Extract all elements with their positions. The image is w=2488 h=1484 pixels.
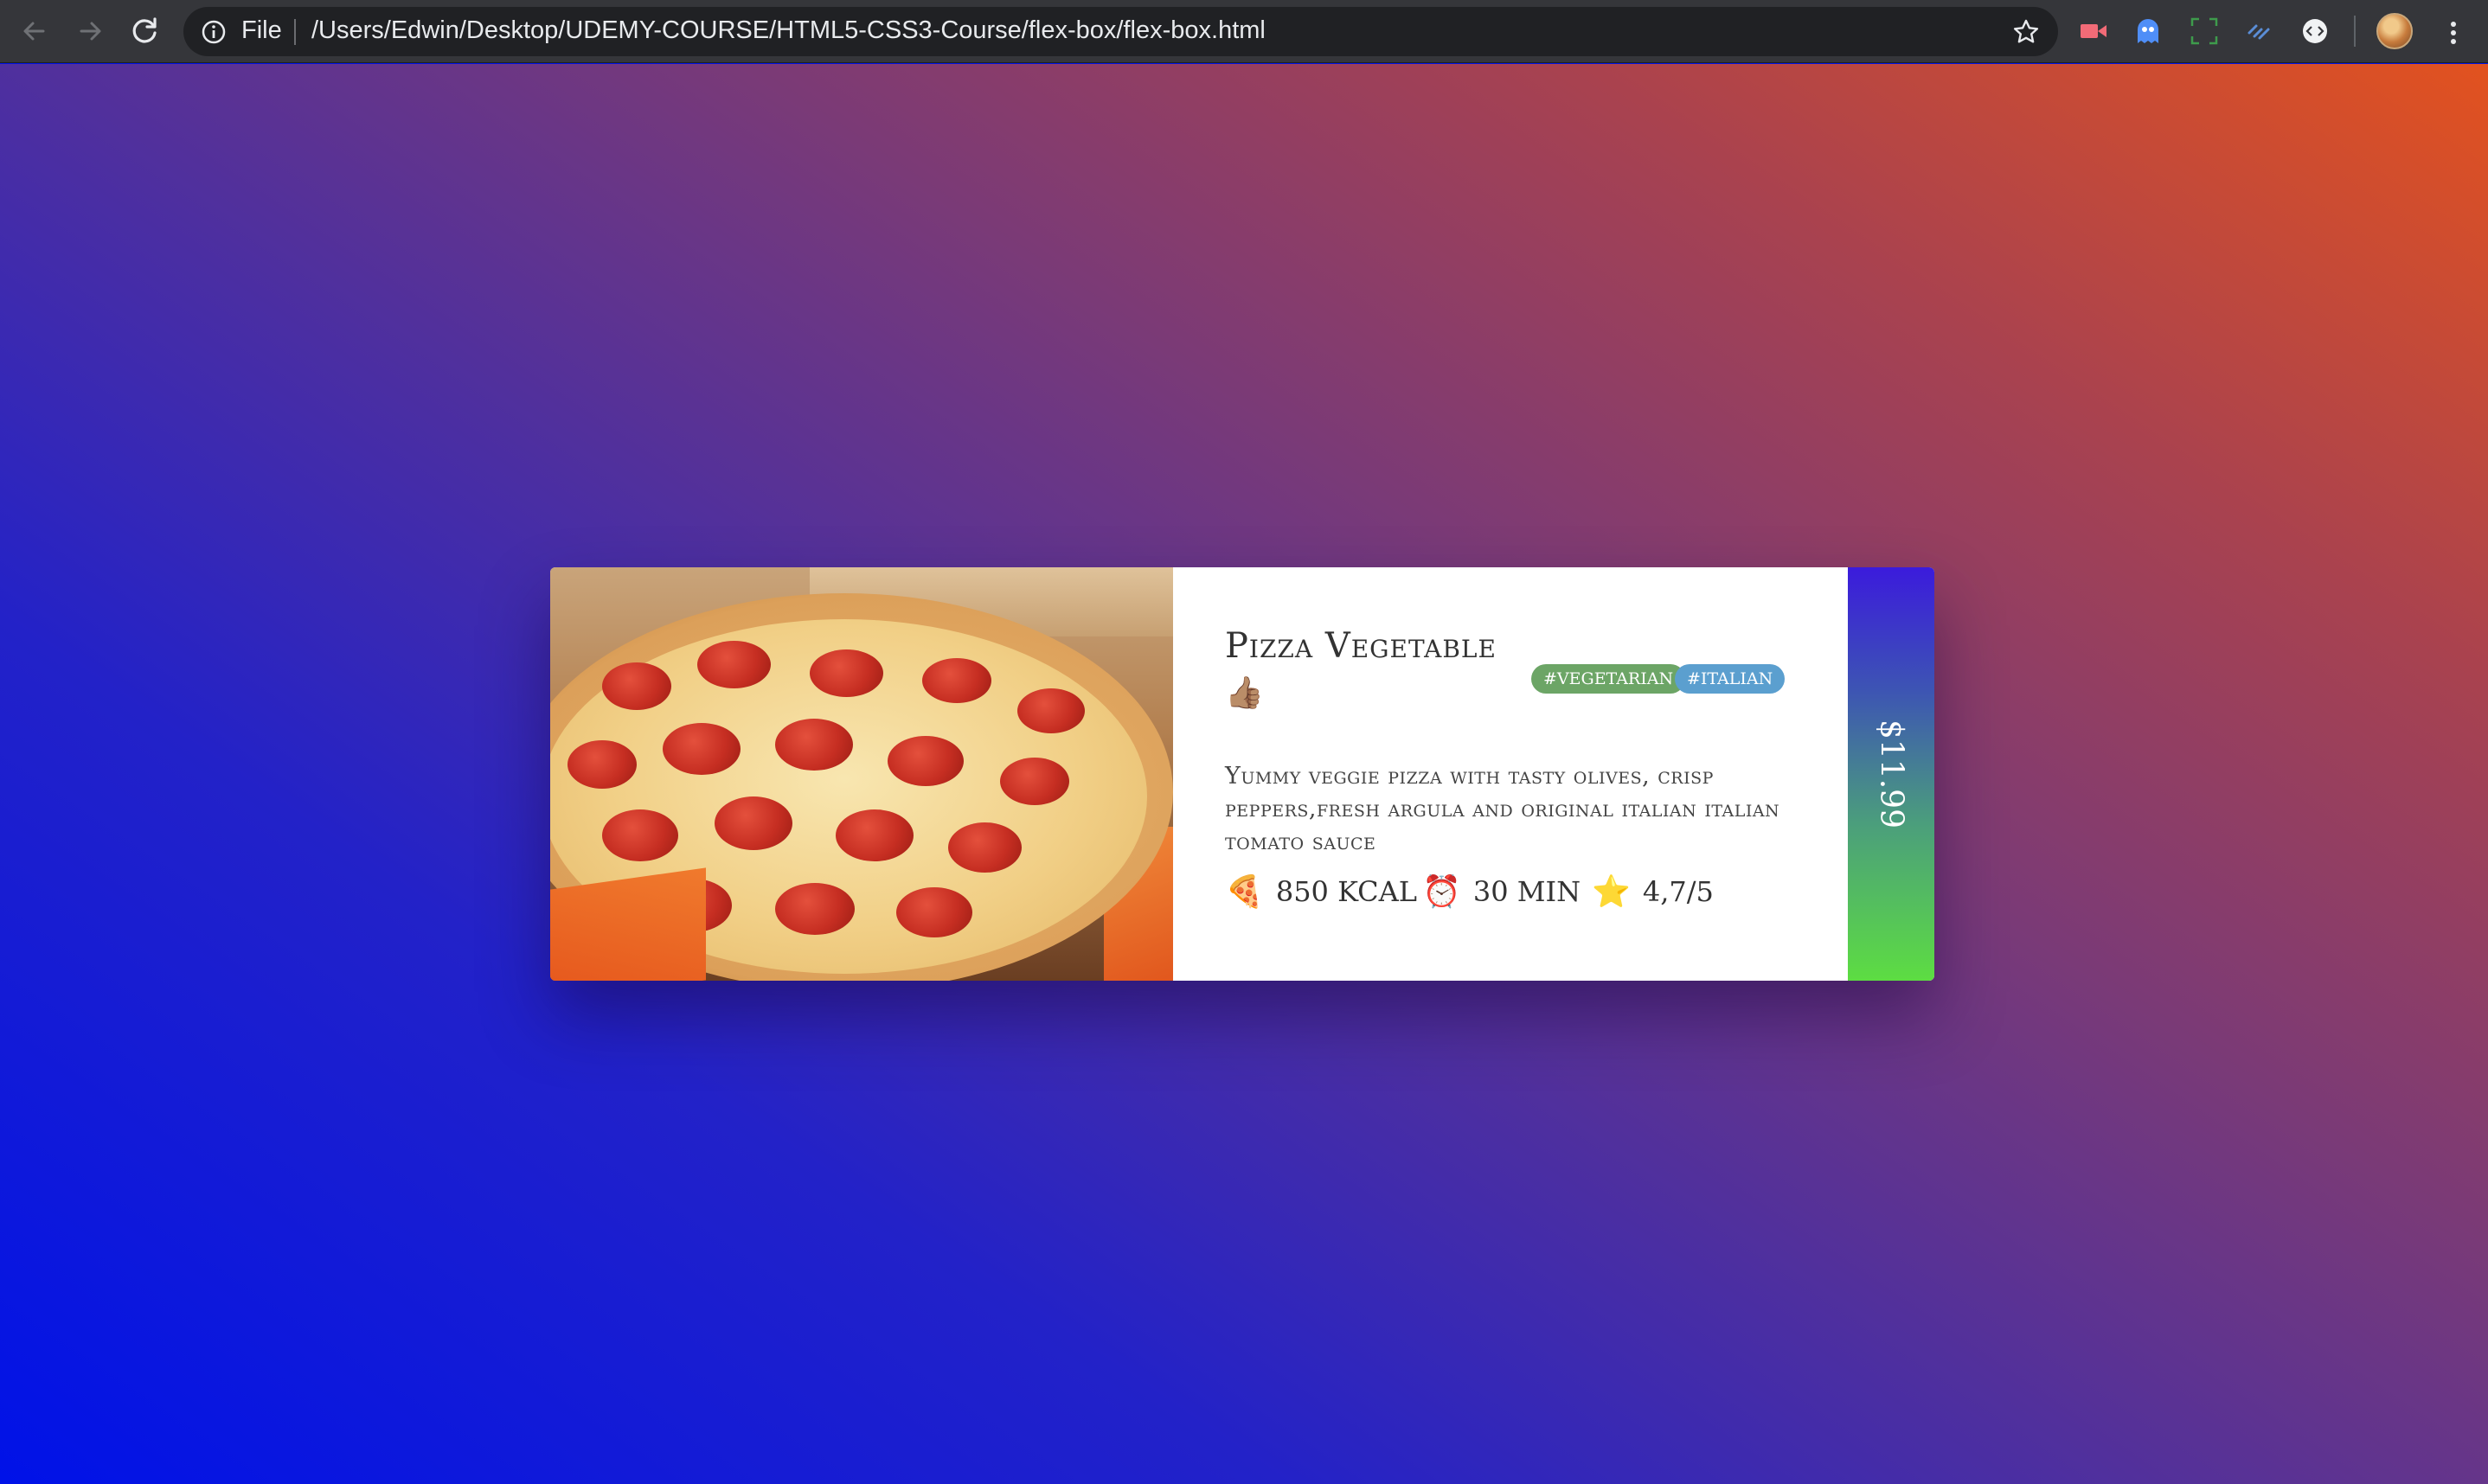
time-text: 30 MIN (1472, 875, 1581, 908)
recipe-card: Pizza Vegetable 👍🏽 #VEGETARIAN #ITALIAN … (550, 567, 1934, 981)
recipe-description: Yummy veggie pizza with tasty olives, cr… (1225, 763, 1780, 855)
rating-text: 4,7/5 (1642, 875, 1714, 908)
thumbs-up-icon: 👍🏽 (1225, 675, 1264, 711)
pizza-photo (550, 567, 1173, 981)
back-arrow-icon[interactable] (16, 12, 54, 50)
recipe-title: Pizza Vegetable (1225, 626, 1497, 666)
browser-toolbar: File /Users/Edwin/Desktop/UDEMY-COURSE/H… (0, 0, 2488, 63)
kebab-menu-icon[interactable] (2436, 16, 2471, 50)
link-extension-icon[interactable] (2242, 14, 2277, 48)
screenshot-extension-icon[interactable] (2187, 14, 2222, 48)
star-icon[interactable] (2011, 17, 2041, 47)
page-background: Pizza Vegetable 👍🏽 #VEGETARIAN #ITALIAN … (0, 64, 2488, 1484)
profile-avatar[interactable] (2376, 13, 2413, 49)
address-bar[interactable]: File /Users/Edwin/Desktop/UDEMY-COURSE/H… (183, 7, 2058, 56)
ghost-extension-icon[interactable] (2131, 14, 2165, 48)
scheme-label: File (241, 16, 282, 44)
card-content: Pizza Vegetable 👍🏽 #VEGETARIAN #ITALIAN … (1173, 567, 1848, 981)
tag-vegetarian[interactable]: #VEGETARIAN (1531, 664, 1686, 694)
url-text[interactable]: /Users/Edwin/Desktop/UDEMY-COURSE/HTML5-… (311, 16, 1266, 45)
calories-text: 850 KCAL (1275, 875, 1417, 908)
tag-italian[interactable]: #ITALIAN (1675, 664, 1786, 694)
forward-arrow-icon[interactable] (71, 12, 109, 50)
omnibox-divider (294, 19, 296, 45)
title-row: Pizza Vegetable 👍🏽 #VEGETARIAN #ITALIAN (1225, 626, 1848, 721)
star-rating-icon: ⭐ (1592, 874, 1631, 910)
stat-rating: ⭐ 4,7/5 (1592, 870, 1714, 913)
recipe-stats: 🍕 850 KCAL ⏰ 30 MIN ⭐ 4,7/5 (1225, 870, 1848, 913)
stat-time: ⏰ 30 MIN (1422, 870, 1581, 913)
stat-calories: 🍕 850 KCAL (1225, 870, 1417, 913)
reload-icon[interactable] (126, 12, 164, 50)
screen-recorder-extension-icon[interactable] (2076, 14, 2111, 48)
price-strip: $11.99 (1848, 567, 1934, 981)
price-label: $11.99 (1873, 720, 1909, 828)
pizza-icon: 🍕 (1225, 874, 1264, 910)
info-icon[interactable] (201, 19, 227, 45)
code-extension-icon[interactable] (2298, 14, 2332, 48)
alarm-clock-icon: ⏰ (1422, 874, 1461, 910)
toolbar-divider (2354, 16, 2356, 47)
